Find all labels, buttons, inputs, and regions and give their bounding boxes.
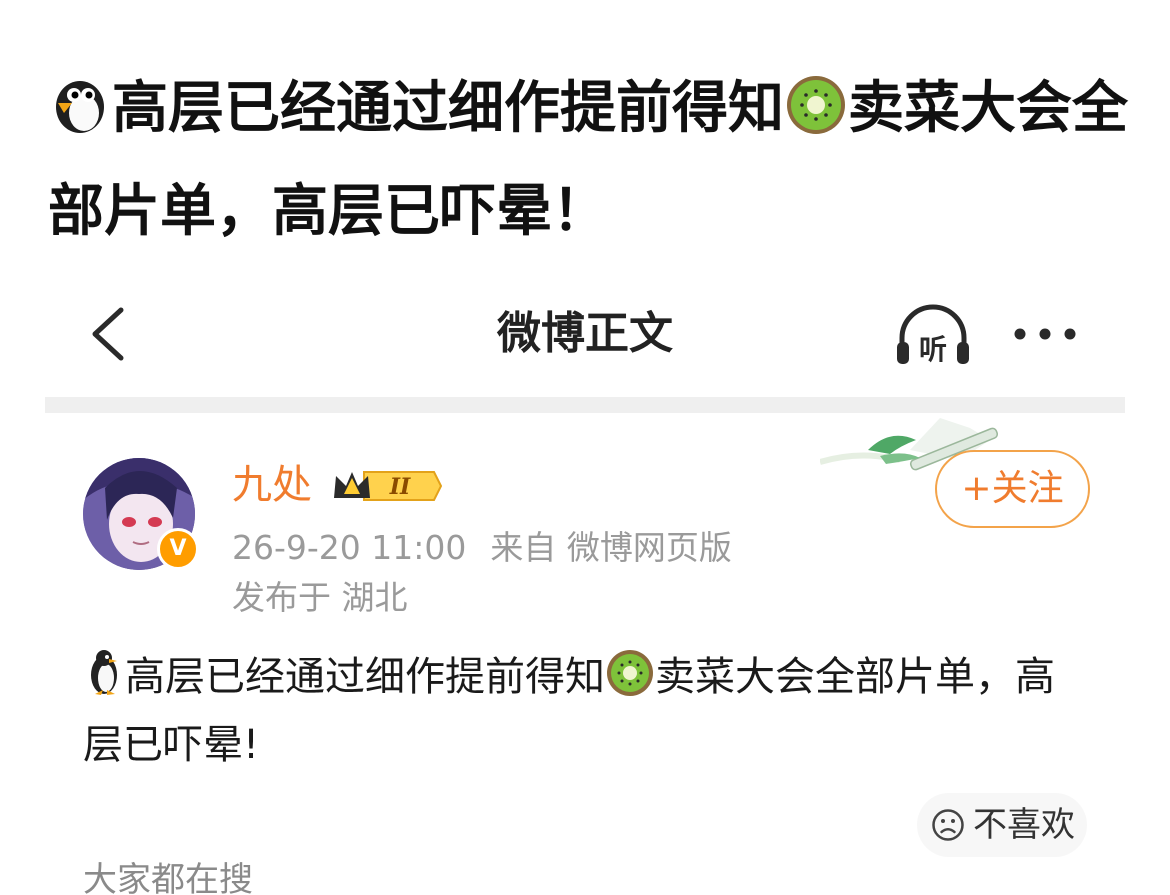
weibo-post-screen: 微博正文 听 V 九处 II 26-9-20 11:00 来自 微博网页版 发布… xyxy=(45,290,1125,895)
vip-level: II xyxy=(389,474,411,500)
post-source: 来自 微博网页版 xyxy=(490,528,732,567)
headline-text-1: 高层已经通过细作提前得知 xyxy=(112,76,784,141)
author-name[interactable]: 九处 xyxy=(232,460,312,510)
post-location: 发布于 湖北 xyxy=(232,578,408,617)
follow-button[interactable]: +关注 xyxy=(935,450,1090,528)
kiwi-icon xyxy=(605,648,655,715)
listen-button[interactable]: 听 xyxy=(892,300,974,372)
post-text-part1: 高层已经通过细作提前得知 xyxy=(125,654,605,700)
nav-bar: 微博正文 听 xyxy=(45,290,1125,390)
listen-label: 听 xyxy=(919,333,947,366)
vip-crown-badge: II xyxy=(330,466,443,506)
more-options-button[interactable] xyxy=(1010,314,1080,354)
kiwi-icon xyxy=(784,72,848,165)
post-meta: 26-9-20 11:00 来自 微博网页版 xyxy=(232,526,732,570)
more-dots-icon xyxy=(1014,328,1076,340)
verified-badge-icon: V xyxy=(157,528,199,570)
headphones-icon: 听 xyxy=(897,304,969,366)
sad-face-icon xyxy=(932,809,964,841)
dislike-label: 不喜欢 xyxy=(973,805,1075,845)
hot-search-header: 大家都在搜 xyxy=(83,860,253,895)
penguin-icon xyxy=(83,648,125,713)
post-timestamp: 26-9-20 11:00 xyxy=(232,528,467,567)
dislike-button[interactable]: 不喜欢 xyxy=(917,793,1087,857)
penguin-icon xyxy=(48,72,112,165)
headline: 高层已经通过细作提前得知 卖菜大会全部片单，高层已吓晕！ xyxy=(48,62,1138,258)
post-text: 高层已经通过细作提前得知 卖菜大会全部片单，高层已吓晕! xyxy=(83,647,1063,775)
